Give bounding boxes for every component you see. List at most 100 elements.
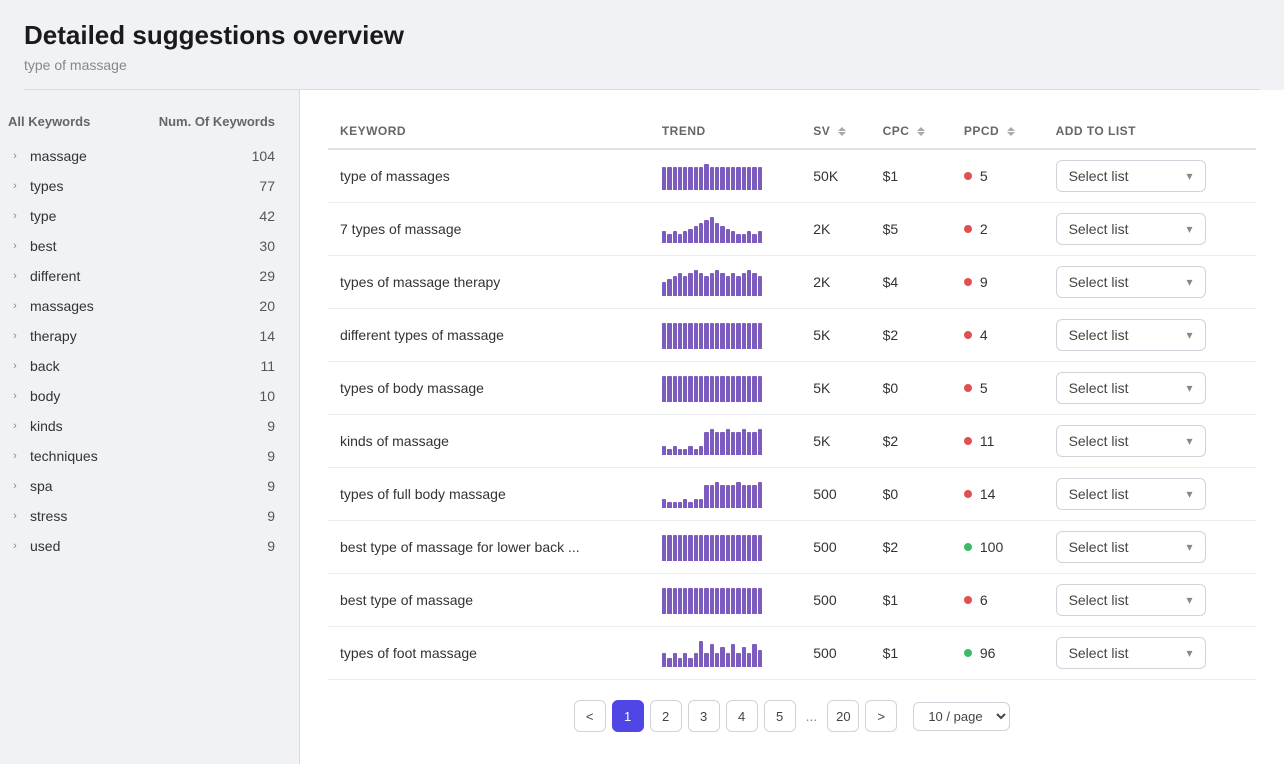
select-list-label: Select list xyxy=(1069,380,1129,396)
cell-keyword: types of full body massage xyxy=(328,468,650,521)
sidebar-header: All Keywords Num. Of Keywords xyxy=(0,114,283,141)
cell-sv: 5K xyxy=(801,309,870,362)
ppcd-value: 6 xyxy=(980,592,988,608)
trend-bars xyxy=(662,533,762,561)
cell-add-to-list: Select list ▾ xyxy=(1044,362,1256,415)
cell-ppcd: 6 xyxy=(952,574,1044,627)
ppcd-value: 96 xyxy=(980,645,996,661)
ppcd-dot xyxy=(964,437,972,445)
col-header-ppcd[interactable]: PPCD xyxy=(952,114,1044,149)
chevron-right-icon: › xyxy=(8,179,22,193)
chevron-right-icon: › xyxy=(8,209,22,223)
sidebar-item-count: 77 xyxy=(259,178,275,194)
cell-add-to-list: Select list ▾ xyxy=(1044,574,1256,627)
col-header-sv[interactable]: SV xyxy=(801,114,870,149)
cell-cpc: $0 xyxy=(871,362,952,415)
select-list-button[interactable]: Select list ▾ xyxy=(1056,372,1206,404)
pagination-page-3[interactable]: 3 xyxy=(688,700,720,732)
table-body: type of massages 50K $1 5 Select list ▾ xyxy=(328,149,1256,680)
select-list-button[interactable]: Select list ▾ xyxy=(1056,425,1206,457)
ppcd-dot xyxy=(964,225,972,233)
select-list-label: Select list xyxy=(1069,539,1129,555)
sidebar-item-label: kinds xyxy=(30,418,63,434)
cell-cpc: $2 xyxy=(871,415,952,468)
ppcd-dot xyxy=(964,331,972,339)
sidebar-item-therapy[interactable]: › therapy 14 xyxy=(0,321,283,351)
pagination-last-page[interactable]: 20 xyxy=(827,700,859,732)
select-list-label: Select list xyxy=(1069,221,1129,237)
ppcd-value: 14 xyxy=(980,486,996,502)
chevron-right-icon: › xyxy=(8,239,22,253)
pagination-next-button[interactable]: > xyxy=(865,700,897,732)
ppcd-dot xyxy=(964,172,972,180)
cell-cpc: $1 xyxy=(871,574,952,627)
ppcd-value: 5 xyxy=(980,168,988,184)
select-list-button[interactable]: Select list ▾ xyxy=(1056,213,1206,245)
sidebar-item-back[interactable]: › back 11 xyxy=(0,351,283,381)
sidebar-item-count: 29 xyxy=(259,268,275,284)
cell-keyword: types of body massage xyxy=(328,362,650,415)
sidebar-item-different[interactable]: › different 29 xyxy=(0,261,283,291)
select-list-button[interactable]: Select list ▾ xyxy=(1056,637,1206,669)
chevron-down-icon: ▾ xyxy=(1187,593,1193,607)
select-list-button[interactable]: Select list ▾ xyxy=(1056,319,1206,351)
pagination-ellipsis: ... xyxy=(802,708,822,724)
cell-add-to-list: Select list ▾ xyxy=(1044,627,1256,680)
col-header-cpc[interactable]: CPC xyxy=(871,114,952,149)
table-header-row: KEYWORD TREND SV CPC xyxy=(328,114,1256,149)
cell-trend xyxy=(650,362,801,415)
chevron-down-icon: ▾ xyxy=(1187,328,1193,342)
table-row: types of full body massage 500 $0 14 Sel… xyxy=(328,468,1256,521)
ppcd-sort-icon xyxy=(1007,127,1015,136)
ppcd-value: 5 xyxy=(980,380,988,396)
sidebar-item-type[interactable]: › type 42 xyxy=(0,201,283,231)
trend-bars xyxy=(662,639,762,667)
trend-bars xyxy=(662,162,762,190)
sidebar-item-body[interactable]: › body 10 xyxy=(0,381,283,411)
sv-sort-icon xyxy=(838,127,846,136)
cell-cpc: $2 xyxy=(871,521,952,574)
select-list-button[interactable]: Select list ▾ xyxy=(1056,266,1206,298)
sidebar-item-count: 10 xyxy=(259,388,275,404)
pagination-prev-button[interactable]: < xyxy=(574,700,606,732)
cell-keyword: types of massage therapy xyxy=(328,256,650,309)
sidebar-item-massage[interactable]: › massage 104 xyxy=(0,141,283,171)
chevron-down-icon: ▾ xyxy=(1187,169,1193,183)
cell-sv: 500 xyxy=(801,574,870,627)
per-page-select[interactable]: 10 / page 20 / page 50 / page xyxy=(913,702,1010,731)
sidebar-item-techniques[interactable]: › techniques 9 xyxy=(0,441,283,471)
pagination-page-4[interactable]: 4 xyxy=(726,700,758,732)
cell-add-to-list: Select list ▾ xyxy=(1044,203,1256,256)
cell-trend xyxy=(650,574,801,627)
sidebar-item-massages[interactable]: › massages 20 xyxy=(0,291,283,321)
select-list-button[interactable]: Select list ▾ xyxy=(1056,584,1206,616)
chevron-right-icon: › xyxy=(8,269,22,283)
sidebar-item-best[interactable]: › best 30 xyxy=(0,231,283,261)
sidebar-item-spa[interactable]: › spa 9 xyxy=(0,471,283,501)
pagination-page-5[interactable]: 5 xyxy=(764,700,796,732)
pagination-page-2[interactable]: 2 xyxy=(650,700,682,732)
pagination-page-1[interactable]: 1 xyxy=(612,700,644,732)
select-list-button[interactable]: Select list ▾ xyxy=(1056,478,1206,510)
select-list-label: Select list xyxy=(1069,274,1129,290)
sidebar-item-label: techniques xyxy=(30,448,98,464)
cell-add-to-list: Select list ▾ xyxy=(1044,256,1256,309)
cell-keyword: type of massages xyxy=(328,149,650,203)
sidebar-item-label: spa xyxy=(30,478,53,494)
select-list-label: Select list xyxy=(1069,433,1129,449)
cell-sv: 50K xyxy=(801,149,870,203)
cell-trend xyxy=(650,309,801,362)
select-list-button[interactable]: Select list ▾ xyxy=(1056,531,1206,563)
cell-keyword: kinds of massage xyxy=(328,415,650,468)
cell-sv: 2K xyxy=(801,256,870,309)
col-header-trend: TREND xyxy=(650,114,801,149)
cell-cpc: $1 xyxy=(871,149,952,203)
col-header-keyword: KEYWORD xyxy=(328,114,650,149)
sidebar-item-stress[interactable]: › stress 9 xyxy=(0,501,283,531)
sidebar-item-types[interactable]: › types 77 xyxy=(0,171,283,201)
cell-add-to-list: Select list ▾ xyxy=(1044,149,1256,203)
select-list-button[interactable]: Select list ▾ xyxy=(1056,160,1206,192)
sidebar-item-used[interactable]: › used 9 xyxy=(0,531,283,561)
ppcd-value: 4 xyxy=(980,327,988,343)
sidebar-item-kinds[interactable]: › kinds 9 xyxy=(0,411,283,441)
